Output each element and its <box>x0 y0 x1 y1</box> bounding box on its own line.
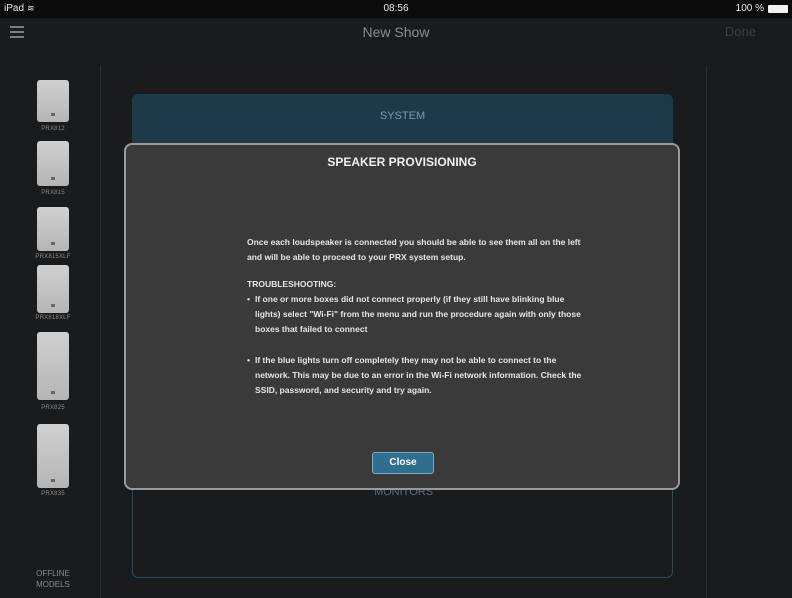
battery-icon <box>768 4 788 13</box>
speaker-label: PRX815 <box>41 190 65 196</box>
page-title: New Show <box>362 24 430 40</box>
speaker-label: PRX812 <box>41 126 65 132</box>
bullet-text: If one or more boxes did not connect pro… <box>255 294 581 334</box>
battery-status: 100 % <box>736 3 788 14</box>
speaker-label: PRX815XLF <box>35 254 71 260</box>
speaker-prx825-icon[interactable] <box>37 332 69 400</box>
battery-percent: 100 % <box>735 3 764 14</box>
speaker-provisioning-dialog: SPEAKER PROVISIONING Once each loudspeak… <box>124 143 680 490</box>
status-time: 08:56 <box>383 3 409 14</box>
speaker-prx815xlf-icon[interactable] <box>37 207 69 251</box>
troubleshooting-bullet: • If one or more boxes did not connect pr… <box>247 292 587 337</box>
dialog-body: Once each loudspeaker is connected you s… <box>247 235 587 398</box>
troubleshooting-heading: TROUBLESHOOTING: <box>247 279 337 289</box>
dialog-intro: Once each loudspeaker is connected you s… <box>247 237 581 262</box>
offline-label-line2: MODELS <box>36 580 70 589</box>
done-button[interactable]: Done <box>725 24 756 39</box>
speaker-prx815-icon[interactable] <box>37 141 69 186</box>
bullet-text: If the blue lights turn off completely t… <box>255 355 582 395</box>
system-panel-title: SYSTEM <box>379 110 426 122</box>
offline-label-line1: OFFLINE <box>36 569 70 578</box>
speaker-label: PRX825 <box>41 405 65 411</box>
status-bar: iPad ≋ 08:56 100 % <box>0 0 792 18</box>
speaker-prx818xlf-icon[interactable] <box>37 265 69 313</box>
speaker-label: PRX818XLF <box>35 315 71 321</box>
dialog-title: SPEAKER PROVISIONING <box>327 155 477 169</box>
speaker-prx812-icon[interactable] <box>37 80 69 122</box>
close-button[interactable]: Close <box>372 452 434 474</box>
offline-models-button[interactable]: OFFLINE MODELS <box>20 568 86 590</box>
speaker-label: PRX835 <box>41 491 65 497</box>
troubleshooting-bullet: • If the blue lights turn off completely … <box>247 353 587 398</box>
right-panel <box>706 66 792 598</box>
speaker-prx835-icon[interactable] <box>37 424 69 488</box>
